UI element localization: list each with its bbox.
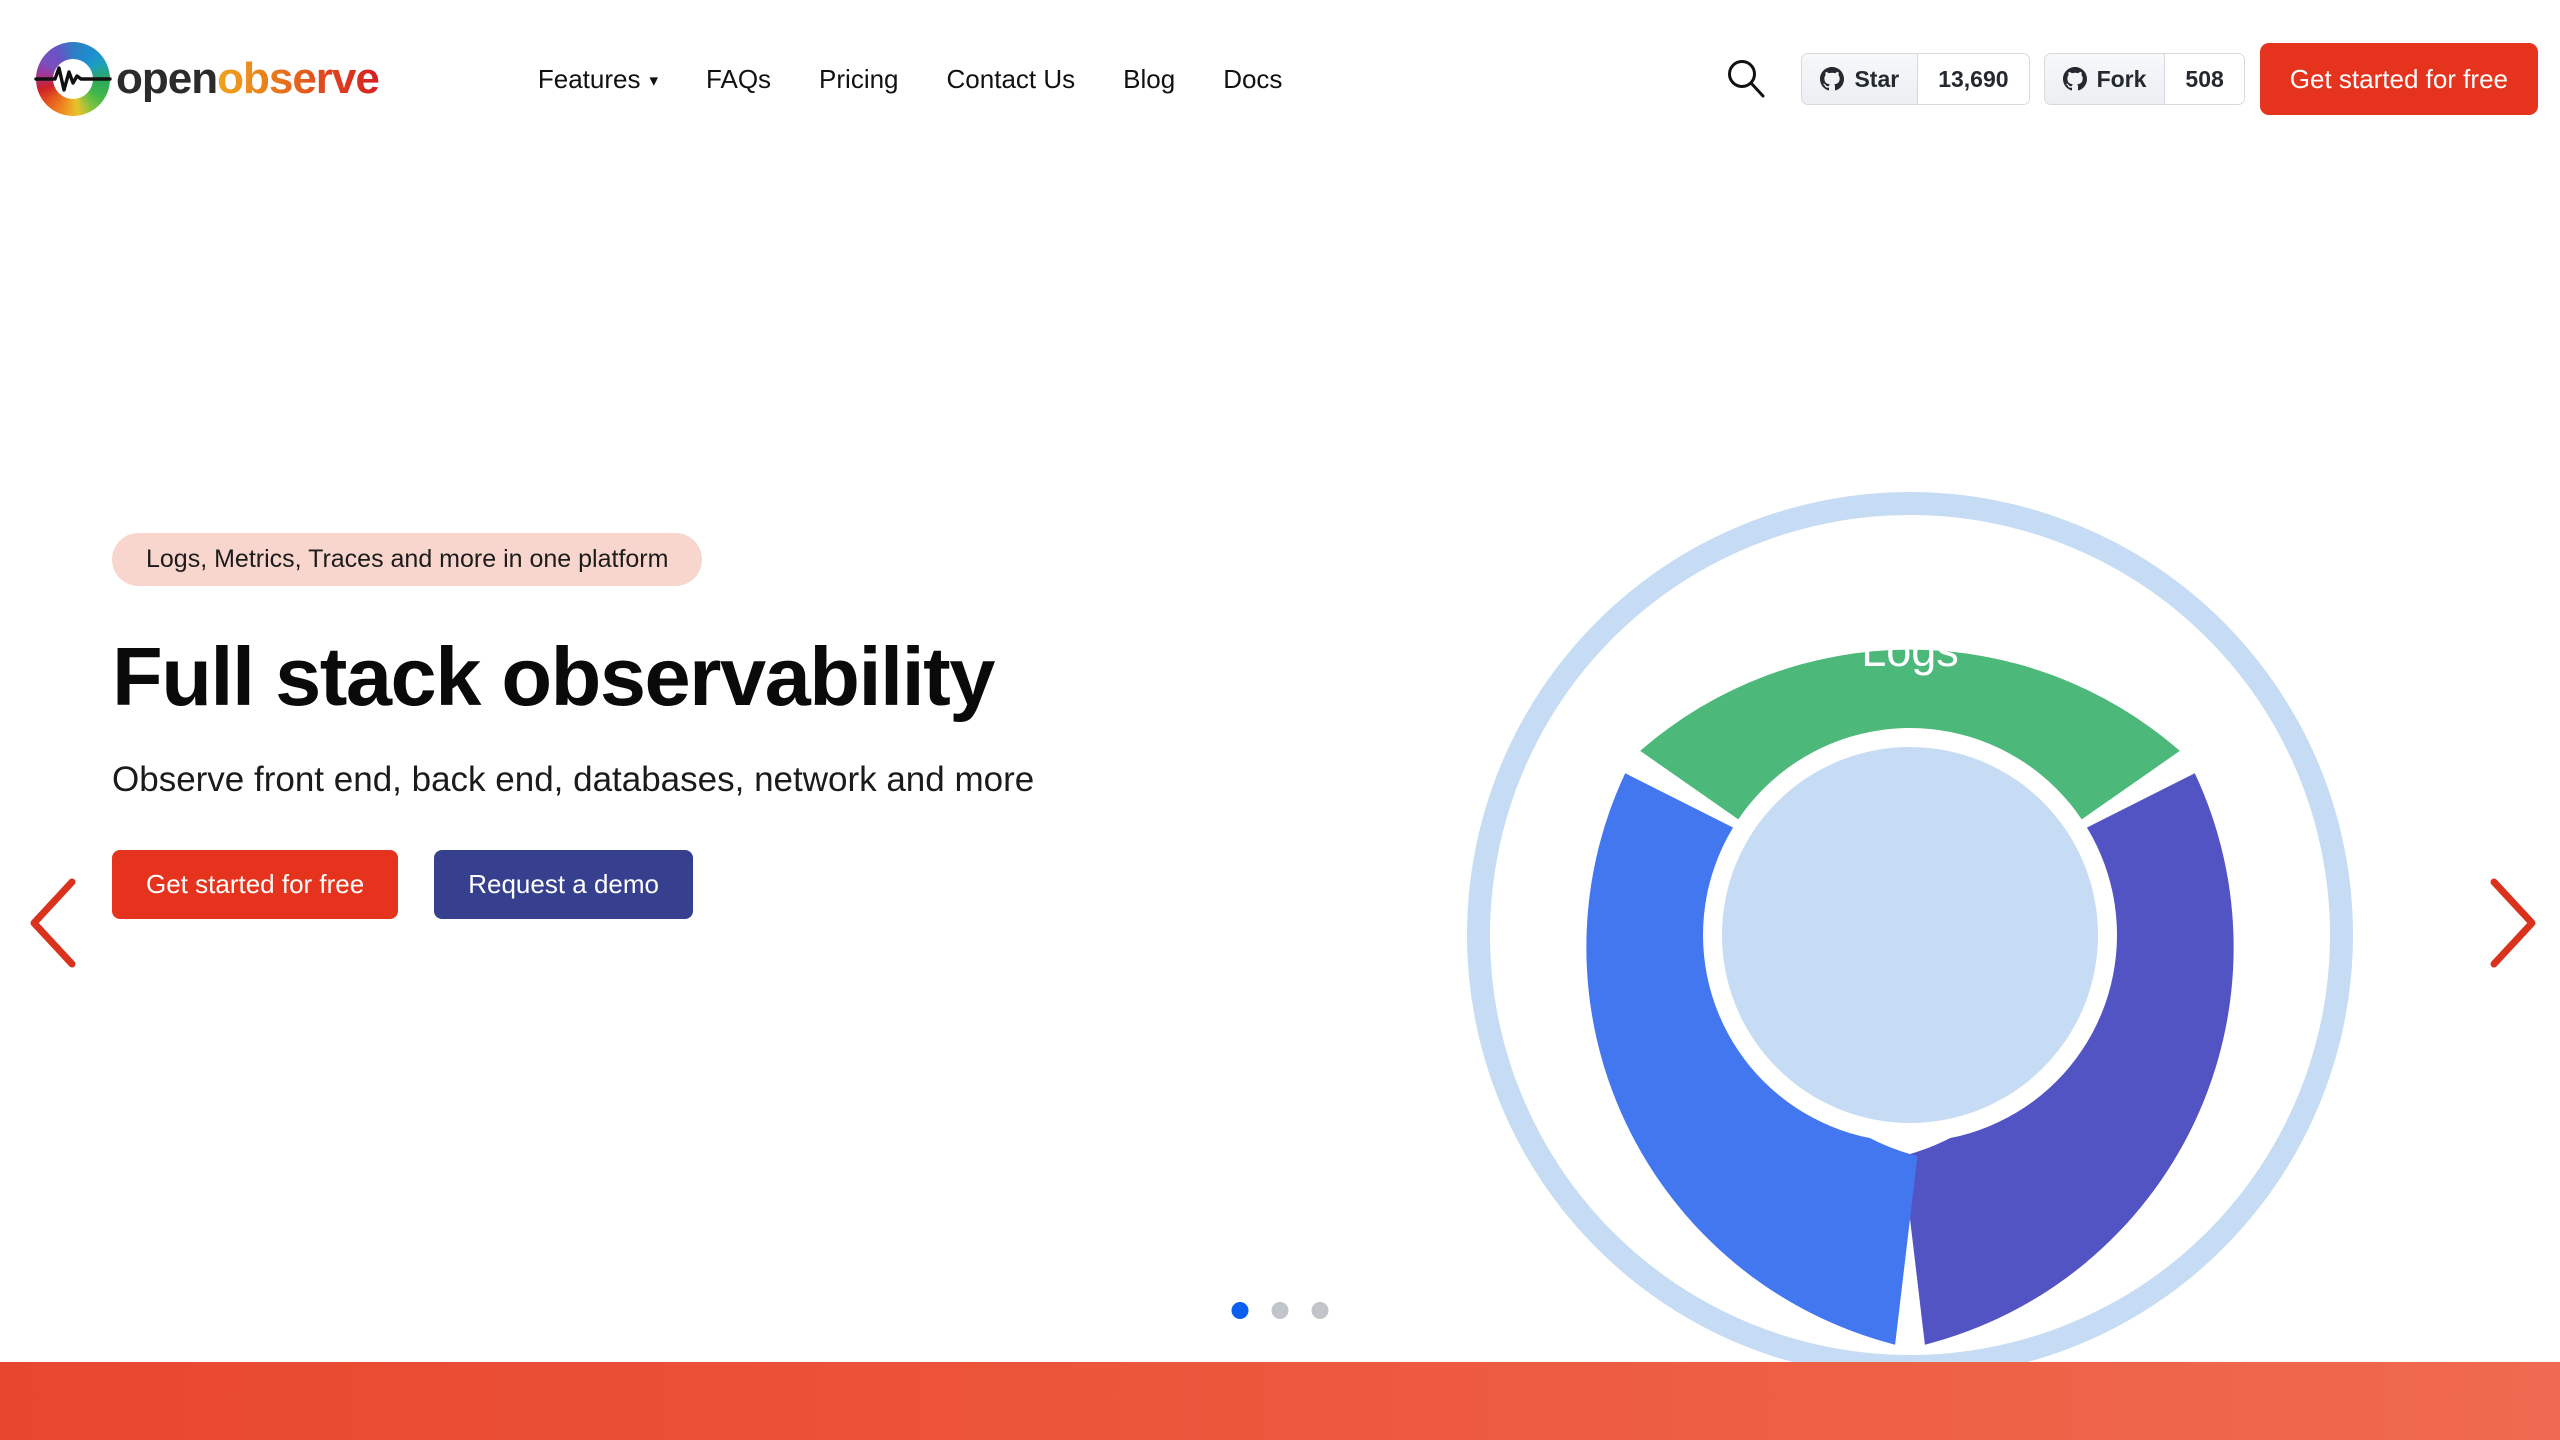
hero-section: Logs, Metrics, Traces and more in one pl… (0, 158, 2560, 1421)
nav-item-pricing[interactable]: Pricing (795, 64, 922, 95)
nav-item-faqs[interactable]: FAQs (682, 64, 795, 95)
nav-item-features[interactable]: Features ▾ (514, 64, 682, 95)
main-nav: Features ▾ FAQs Pricing Contact Us Blog … (514, 64, 1307, 95)
site-header: openobserve Features ▾ FAQs Pricing Cont… (0, 0, 2560, 158)
nav-label: Contact Us (946, 63, 1076, 94)
github-fork-label: Fork (2096, 65, 2147, 92)
github-star-label-group: Star (1802, 54, 1919, 104)
chevron-left-icon (30, 878, 76, 968)
nav-label: Features (537, 63, 641, 94)
carousel-prev-button[interactable] (14, 868, 98, 978)
nav-label: Pricing (819, 63, 899, 94)
github-star-button[interactable]: Star 13,690 (1801, 53, 2030, 105)
nav-label: FAQs (706, 63, 772, 94)
hero-subtitle: Observe front end, back end, databases, … (112, 760, 1035, 800)
nav-item-docs[interactable]: Docs (1199, 64, 1306, 95)
logo-wordmark: openobserve (116, 54, 380, 103)
nav-label: Blog (1123, 63, 1176, 94)
chevron-right-icon (2490, 878, 2536, 968)
carousel-next-button[interactable] (2470, 868, 2554, 978)
carousel-dot-3[interactable] (1311, 1302, 1329, 1319)
hero-buttons: Get started for free Request a demo (112, 850, 1312, 920)
carousel-dot-1[interactable] (1231, 1302, 1249, 1319)
header-get-started-button[interactable]: Get started for free (2259, 43, 2538, 115)
search-button[interactable] (1717, 50, 1775, 108)
carousel-dots (1231, 1302, 1329, 1319)
header-actions: Star 13,690 Fork 508 Get started for fre… (1717, 43, 2560, 115)
github-icon (1820, 67, 1845, 91)
bottom-gradient-band (0, 1362, 2560, 1440)
openobserve-ring-icon (34, 42, 112, 116)
donut-hub (1722, 747, 2098, 1123)
nav-label: Docs (1223, 63, 1283, 94)
nav-item-blog[interactable]: Blog (1099, 64, 1199, 95)
logo-word-open: open (116, 54, 218, 103)
page-title: Full stack observability (112, 630, 995, 723)
github-buttons: Star 13,690 Fork 508 (1801, 53, 2245, 105)
chevron-down-icon: ▾ (649, 70, 659, 90)
github-star-count: 13,690 (1918, 54, 2029, 104)
github-star-label: Star (1854, 65, 1900, 92)
page-root: openobserve Features ▾ FAQs Pricing Cont… (0, 0, 2560, 1440)
logo[interactable]: openobserve (34, 42, 380, 116)
hero-get-started-button[interactable]: Get started for free (112, 850, 399, 920)
donut-svg (1467, 492, 2353, 1378)
hero-copy: Logs, Metrics, Traces and more in one pl… (112, 533, 1312, 920)
hero-badge: Logs, Metrics, Traces and more in one pl… (112, 533, 703, 586)
pulse-line-icon (34, 66, 112, 92)
github-fork-label-group: Fork (2044, 54, 2166, 104)
nav-item-contact-us[interactable]: Contact Us (923, 64, 1100, 95)
hero-request-demo-button[interactable]: Request a demo (434, 850, 694, 920)
github-fork-button[interactable]: Fork 508 (2043, 53, 2245, 105)
search-icon (1728, 60, 1765, 98)
carousel-dot-2[interactable] (1271, 1302, 1289, 1319)
github-fork-count: 508 (2165, 54, 2244, 104)
logo-word-observe: observe (217, 54, 380, 103)
observability-donut-chart: Logs Metrics Traces (1455, 480, 2365, 1421)
github-icon (2062, 67, 2087, 91)
